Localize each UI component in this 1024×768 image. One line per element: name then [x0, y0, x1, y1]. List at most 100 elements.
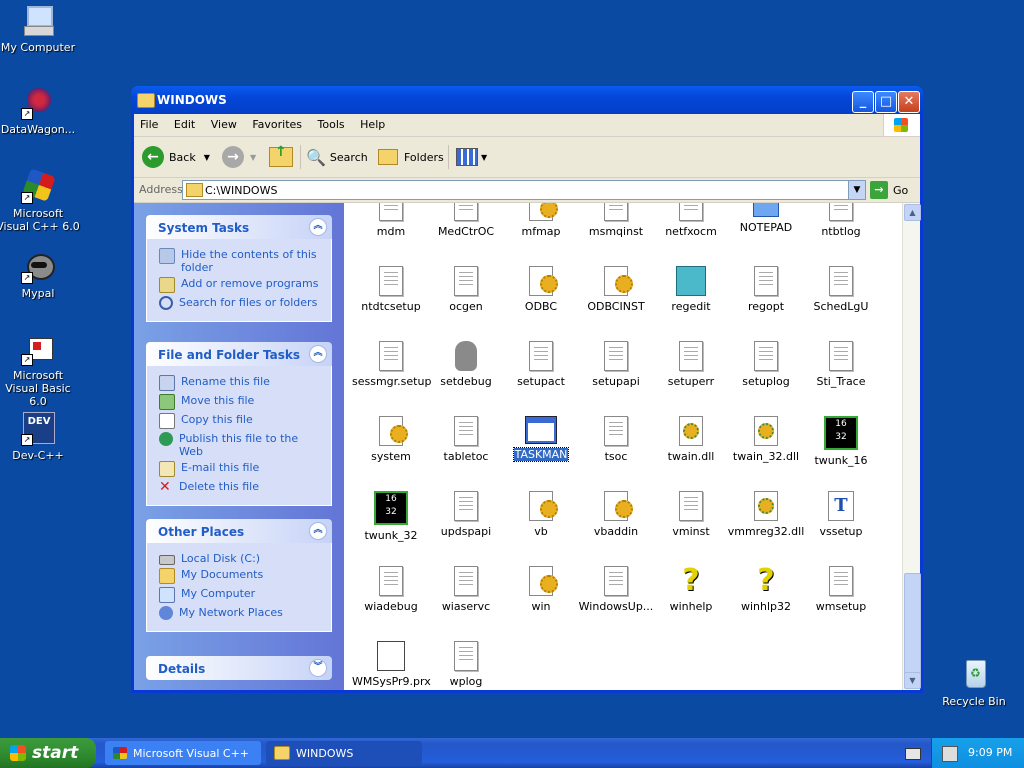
- file-item[interactable]: 16 32 twunk_16: [802, 416, 880, 467]
- file-item[interactable]: vminst: [652, 491, 730, 538]
- scroll-thumb[interactable]: [904, 573, 921, 679]
- file-folder-tasks-header[interactable]: File and Folder Tasks ︽: [146, 342, 332, 366]
- collapse-chevron-icon[interactable]: ︽: [309, 522, 327, 540]
- file-item[interactable]: WMSysPr9.prx: [352, 641, 431, 688]
- desktop-icon-my-computer[interactable]: My Computer: [0, 4, 80, 54]
- file-item[interactable]: updspapi: [427, 491, 505, 538]
- place-my-documents[interactable]: My Documents: [159, 568, 323, 584]
- file-item[interactable]: regedit: [652, 266, 730, 313]
- task-publish-web[interactable]: Publish this file to the Web: [159, 432, 323, 458]
- expand-chevron-icon[interactable]: ︾: [309, 659, 327, 677]
- task-rename[interactable]: Rename this file: [159, 375, 323, 391]
- place-my-network-places[interactable]: My Network Places: [159, 606, 323, 620]
- desktop-icon-visual-basic[interactable]: ↗ Microsoft Visual Basic 6.0: [0, 332, 80, 408]
- other-places-header[interactable]: Other Places ︽: [146, 519, 332, 543]
- file-item[interactable]: setuplog: [727, 341, 805, 388]
- file-item[interactable]: sessmgr.setup: [352, 341, 431, 388]
- maximize-button[interactable]: □: [875, 91, 897, 113]
- desktop-icon-devcpp[interactable]: DEV ↗ Dev-C++: [0, 412, 80, 462]
- file-item[interactable]: MedCtrOC: [427, 203, 505, 238]
- menu-view[interactable]: View: [205, 114, 243, 131]
- desktop-icon-visual-cpp[interactable]: ↗ Microsoft Visual C++ 6.0: [0, 168, 80, 233]
- file-item[interactable]: vmmreg32.dll: [727, 491, 805, 538]
- address-input[interactable]: C:\WINDOWS ▼: [182, 180, 866, 200]
- menu-help[interactable]: Help: [354, 114, 391, 131]
- place-my-computer[interactable]: My Computer: [159, 587, 323, 603]
- file-item[interactable]: wmsetup: [802, 566, 880, 613]
- title-bar[interactable]: WINDOWS _ □ ✕: [131, 86, 923, 114]
- file-item[interactable]: vb: [502, 491, 580, 538]
- menu-file[interactable]: File: [134, 114, 164, 131]
- file-item[interactable]: wplog: [427, 641, 505, 688]
- back-button[interactable]: ← Back ▼: [142, 145, 210, 169]
- file-item[interactable]: netfxocm: [652, 203, 730, 238]
- file-item[interactable]: ODBCINST: [577, 266, 655, 313]
- menu-favorites[interactable]: Favorites: [246, 114, 308, 131]
- chevron-down-icon[interactable]: ▼: [250, 153, 256, 162]
- file-item[interactable]: win: [502, 566, 580, 613]
- file-item[interactable]: ? winhelp: [652, 566, 730, 614]
- file-item[interactable]: ocgen: [427, 266, 505, 313]
- file-item[interactable]: setuperr: [652, 341, 730, 388]
- file-item[interactable]: mfmap: [502, 203, 580, 238]
- task-add-remove-programs[interactable]: Add or remove programs: [159, 277, 323, 293]
- file-item[interactable]: mdm: [352, 203, 430, 238]
- start-button[interactable]: start: [0, 738, 96, 768]
- task-copy[interactable]: Copy this file: [159, 413, 323, 429]
- views-button[interactable]: ▼: [456, 145, 487, 169]
- search-button[interactable]: 🔍 Search: [306, 145, 368, 169]
- taskbar-item-windows[interactable]: WINDOWS: [266, 741, 422, 765]
- file-item[interactable]: setupapi: [577, 341, 655, 388]
- file-item[interactable]: SchedLgU: [802, 266, 880, 313]
- task-delete[interactable]: ✕ Delete this file: [159, 480, 323, 494]
- place-local-disk[interactable]: Local Disk (C:): [159, 552, 323, 565]
- file-item[interactable]: ? winhlp32: [727, 566, 805, 614]
- file-item[interactable]: NOTEPAD: [727, 203, 805, 234]
- scroll-up-button[interactable]: ▲: [904, 204, 921, 221]
- vertical-scrollbar[interactable]: ▲ ▼: [902, 203, 921, 690]
- task-move[interactable]: Move this file: [159, 394, 323, 410]
- file-item[interactable]: WindowsUp...: [577, 566, 655, 613]
- file-item[interactable]: msmqinst: [577, 203, 655, 238]
- file-item[interactable]: ntbtlog: [802, 203, 880, 238]
- file-item[interactable]: regopt: [727, 266, 805, 313]
- keyboard-icon[interactable]: [905, 748, 921, 760]
- minimize-button[interactable]: _: [852, 91, 874, 113]
- close-button[interactable]: ✕: [898, 91, 920, 113]
- folders-button[interactable]: Folders: [378, 145, 444, 169]
- taskbar-item-visual-cpp[interactable]: Microsoft Visual C++: [105, 741, 261, 765]
- task-hide-contents[interactable]: Hide the contents of this folder: [159, 248, 323, 274]
- file-item[interactable]: wiadebug: [352, 566, 430, 613]
- task-search-files[interactable]: Search for files or folders: [159, 296, 323, 310]
- address-dropdown-button[interactable]: ▼: [848, 181, 865, 199]
- file-item[interactable]: ntdtcsetup: [352, 266, 430, 313]
- file-item[interactable]: Tvssetup: [802, 491, 880, 538]
- forward-button[interactable]: → ▼: [222, 145, 256, 169]
- desktop-icon-mypal[interactable]: ↗ Mypal: [0, 250, 80, 300]
- file-item[interactable]: vbaddin: [577, 491, 655, 538]
- menu-edit[interactable]: Edit: [168, 114, 201, 131]
- details-header[interactable]: Details ︾: [146, 656, 332, 680]
- up-folder-button[interactable]: ↑: [269, 144, 293, 169]
- task-email[interactable]: E-mail this file: [159, 461, 323, 477]
- scroll-down-button[interactable]: ▼: [904, 672, 921, 689]
- file-item[interactable]: ODBC: [502, 266, 580, 313]
- desktop-icon-datawagon[interactable]: ↗ DataWagon...: [0, 86, 80, 136]
- file-item[interactable]: setdebug: [427, 341, 505, 388]
- collapse-chevron-icon[interactable]: ︽: [309, 345, 327, 363]
- file-item[interactable]: twain.dll: [652, 416, 730, 463]
- go-button[interactable]: → Go: [870, 181, 908, 199]
- system-tasks-header[interactable]: System Tasks ︽: [146, 215, 332, 239]
- file-item[interactable]: wiaservc: [427, 566, 505, 613]
- clock[interactable]: 9:09 PM: [968, 746, 1012, 759]
- file-item[interactable]: tsoc: [577, 416, 655, 463]
- desktop-icon-recycle-bin[interactable]: ♻ Recycle Bin: [932, 658, 1016, 708]
- file-item[interactable]: 16 32 twunk_32: [352, 491, 430, 542]
- file-item[interactable]: TASKMAN: [502, 416, 580, 462]
- file-item[interactable]: system: [352, 416, 430, 463]
- menu-tools[interactable]: Tools: [312, 114, 351, 131]
- file-item[interactable]: Sti_Trace: [802, 341, 880, 388]
- file-item[interactable]: twain_32.dll: [727, 416, 805, 463]
- file-item[interactable]: tabletoc: [427, 416, 505, 463]
- file-item[interactable]: setupact: [502, 341, 580, 388]
